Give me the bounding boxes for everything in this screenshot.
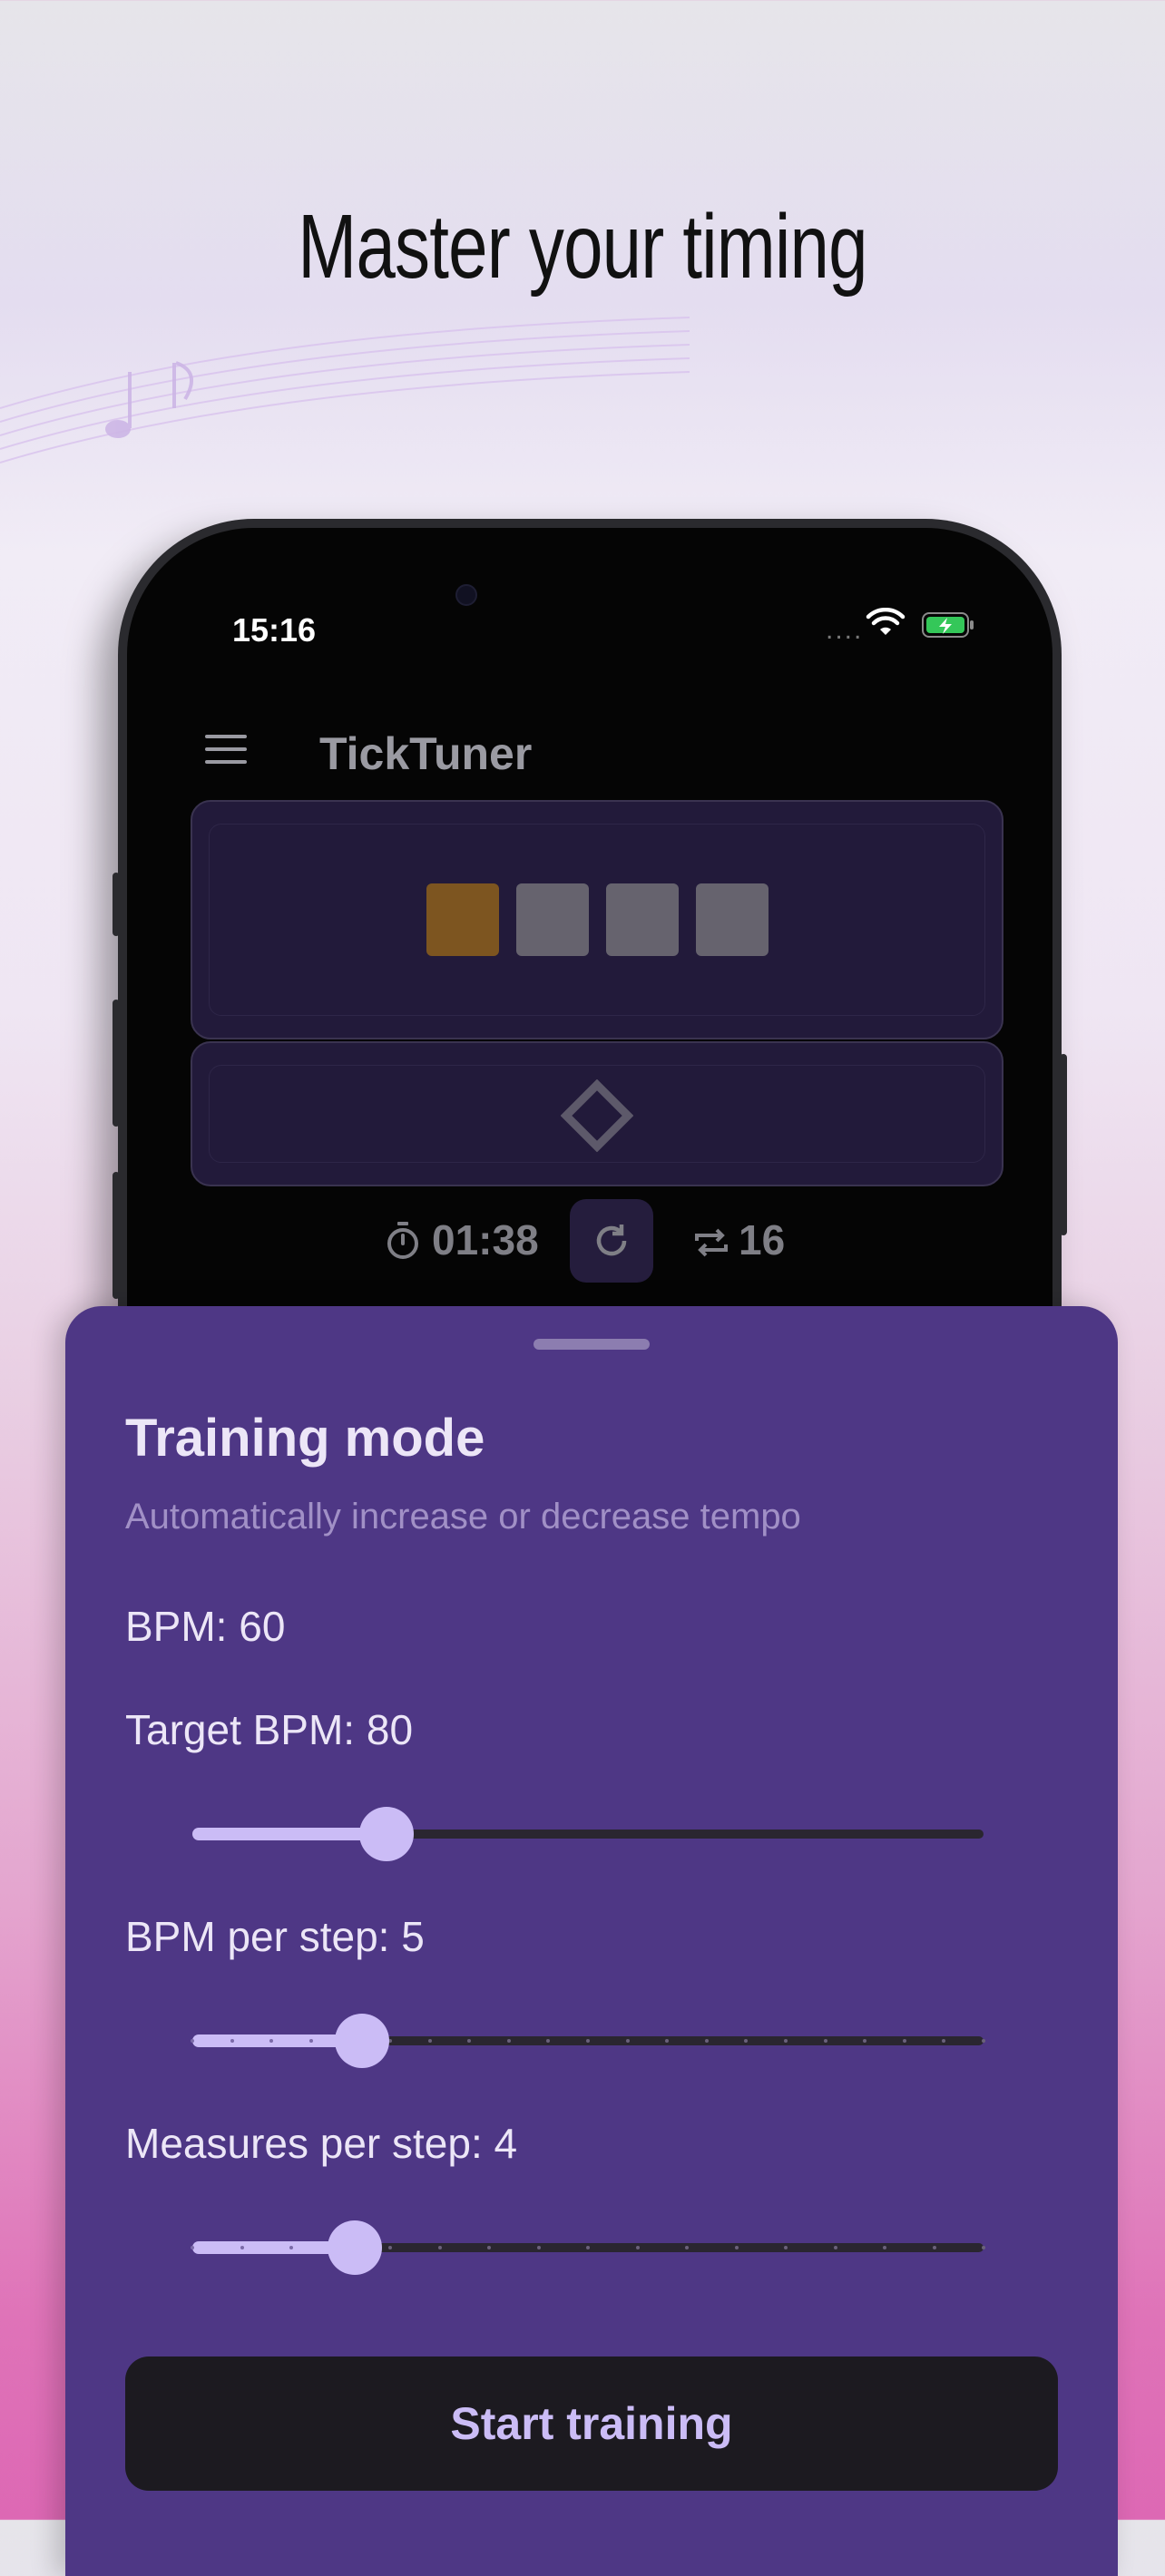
reset-button[interactable] — [570, 1199, 653, 1283]
slider-tick — [665, 2039, 669, 2043]
slider-tick — [586, 2246, 590, 2249]
sheet-subtitle: Automatically increase or decrease tempo — [125, 1497, 801, 1537]
slider-thumb[interactable] — [359, 1807, 414, 1861]
measures-per-step-slider[interactable] — [191, 2220, 985, 2275]
slider-tick — [230, 2039, 234, 2043]
slider-tick — [388, 2246, 392, 2249]
bpm-label: BPM: 60 — [125, 1603, 286, 1650]
beat-indicator-4 — [696, 883, 769, 956]
slider-thumb[interactable] — [328, 2220, 382, 2275]
slider-thumb[interactable] — [335, 2014, 389, 2068]
slider-tick — [863, 2039, 866, 2043]
slider-tick — [269, 2039, 273, 2043]
target-bpm-label: Target BPM: 80 — [125, 1706, 414, 1753]
headline: Master your timing — [298, 196, 867, 298]
sheet-title: Training mode — [125, 1409, 485, 1468]
slider-tick — [744, 2039, 748, 2043]
app-bar: TickTuner — [127, 700, 1052, 791]
slider-tick — [626, 2039, 630, 2043]
slider-tick — [705, 2039, 709, 2043]
slider-tick — [685, 2246, 689, 2249]
slider-tick — [438, 2246, 442, 2249]
beat-indicator-2 — [516, 883, 589, 956]
beat-indicator-1 — [426, 883, 499, 956]
signal-icon: .... — [826, 615, 864, 645]
repeat-count: 16 — [739, 1216, 786, 1264]
refresh-icon — [596, 1225, 627, 1256]
slider-tick — [289, 2246, 293, 2249]
slider-tick — [191, 2039, 194, 2043]
slider-tick — [487, 2246, 491, 2249]
slider-tick — [982, 2039, 985, 2043]
slider-tick — [784, 2039, 788, 2043]
slider-tick — [586, 2039, 590, 2043]
tap-panel[interactable] — [191, 1041, 1003, 1186]
slider-tick — [784, 2246, 788, 2249]
slider-tick — [903, 2039, 906, 2043]
slider-tick — [735, 2246, 739, 2249]
measures-per-step-label: Measures per step: 4 — [125, 2120, 518, 2167]
repeat-icon — [695, 1228, 728, 1257]
diamond-icon — [561, 1079, 633, 1152]
drag-handle[interactable] — [534, 1339, 650, 1350]
slider-tick — [834, 2246, 837, 2249]
slider-tick — [824, 2039, 827, 2043]
beat-indicator-panel — [191, 800, 1003, 1039]
slider-tick — [636, 2246, 640, 2249]
app-title: TickTuner — [319, 728, 533, 779]
bpm-per-step-slider[interactable] — [191, 2014, 985, 2068]
beat-indicator-3 — [606, 883, 679, 956]
session-stats: 01:38 16 — [127, 1199, 1052, 1290]
slider-tick — [240, 2246, 244, 2249]
stopwatch-icon — [387, 1222, 418, 1259]
slider-tick — [546, 2039, 550, 2043]
slider-tick — [467, 2039, 471, 2043]
battery-charging-icon — [922, 612, 974, 638]
status-time: 15:16 — [232, 611, 317, 649]
target-bpm-slider[interactable] — [192, 1807, 984, 1861]
front-camera — [455, 584, 477, 606]
slider-tick — [428, 2039, 432, 2043]
start-training-button[interactable]: Start training — [125, 2356, 1058, 2491]
slider-tick — [191, 2246, 194, 2249]
bpm-per-step-label: BPM per step: 5 — [125, 1913, 425, 1960]
music-staff-decoration — [0, 317, 690, 463]
training-mode-sheet: Training mode Automatically increase or … — [65, 1306, 1118, 2576]
slider-tick — [942, 2039, 945, 2043]
wifi-icon — [866, 608, 906, 635]
slider-tick — [982, 2246, 985, 2249]
elapsed-timer: 01:38 — [432, 1216, 539, 1264]
slider-tick — [507, 2039, 511, 2043]
slider-tick — [309, 2039, 313, 2043]
slider-tick — [537, 2246, 541, 2249]
slider-tick — [933, 2246, 936, 2249]
menu-icon[interactable] — [205, 733, 249, 766]
slider-tick — [883, 2246, 886, 2249]
